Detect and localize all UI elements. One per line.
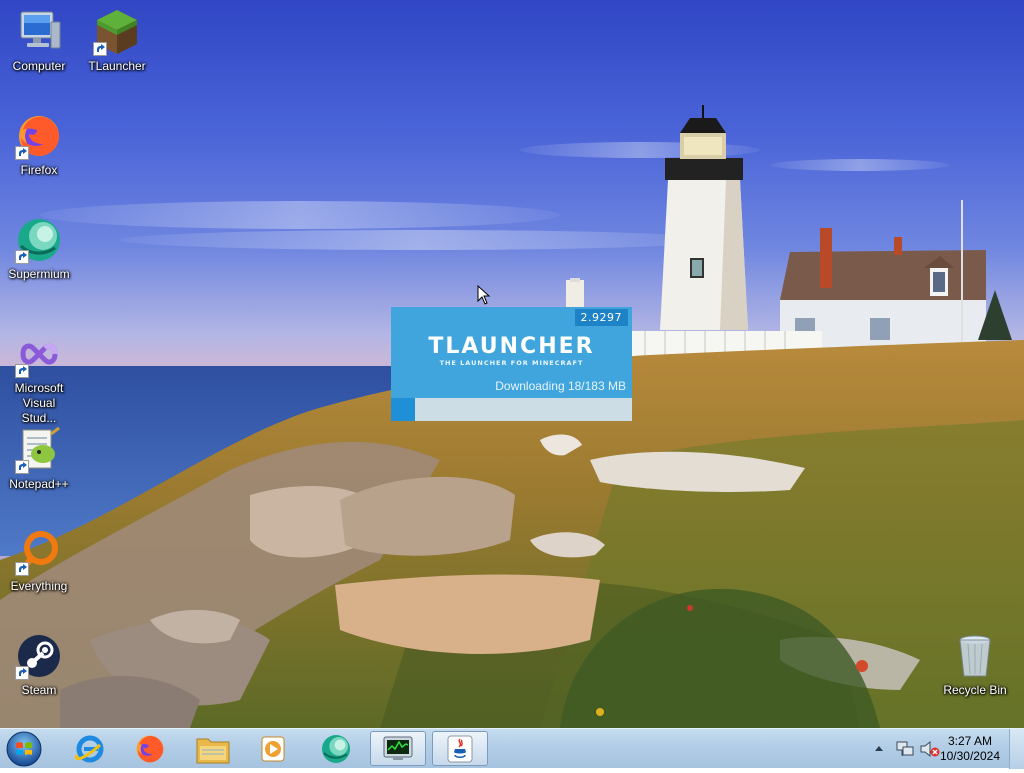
task-manager-icon [383, 736, 413, 760]
shortcut-arrow-icon [93, 42, 107, 56]
volume-muted-icon[interactable] [920, 740, 940, 758]
mouse-cursor-icon [477, 285, 491, 305]
desktop-icon-label: Notepad++ [9, 477, 69, 491]
taskbar-media-player[interactable] [245, 731, 301, 766]
internet-explorer-icon [74, 735, 104, 762]
desktop-icon-label: Microsoft Visual Stud... [14, 381, 64, 425]
desktop-icon-label: Everything [10, 579, 68, 593]
media-player-icon [261, 736, 285, 761]
recycle-bin-icon [959, 635, 991, 677]
taskbar-java[interactable] [432, 731, 488, 766]
desktop-icon-label: Firefox [20, 163, 58, 177]
taskbar-file-explorer[interactable] [185, 731, 241, 766]
clock[interactable]: 3:27 AM 10/30/2024 [940, 734, 1000, 764]
show-desktop-button[interactable] [1009, 729, 1024, 769]
desktop-icon-label: Computer [12, 59, 66, 73]
desktop-icon-computer[interactable]: Computer [0, 8, 79, 74]
desktop-icon-tlauncher[interactable]: TLauncher [77, 8, 157, 74]
shortcut-arrow-icon [15, 460, 29, 474]
firefox-icon [136, 735, 164, 762]
clock-time: 3:27 AM [947, 734, 992, 748]
computer-icon [20, 11, 61, 49]
taskbar-firefox[interactable] [122, 731, 178, 766]
system-tray: 3:27 AM 10/30/2024 [864, 729, 1024, 769]
taskbar-internet-explorer[interactable] [62, 731, 118, 766]
start-button[interactable] [4, 730, 48, 768]
desktop: Computer TLauncher Firefox Supermium Mic… [0, 0, 1024, 728]
download-progress-fill [391, 398, 416, 421]
clock-date: 10/30/2024 [939, 749, 1000, 763]
desktop-icon-label: TLauncher [88, 59, 146, 73]
show-hidden-icons-icon[interactable] [874, 744, 884, 752]
shortcut-arrow-icon [15, 666, 29, 680]
taskbar-task-manager[interactable] [370, 731, 426, 766]
download-status: Downloading 18/183 MB [495, 379, 626, 393]
supermium-icon [322, 734, 350, 763]
desktop-icon-recycle-bin[interactable]: Recycle Bin [935, 632, 1015, 698]
desktop-icon-supermium[interactable]: Supermium [0, 216, 79, 282]
desktop-icon-label: Recycle Bin [943, 683, 1007, 697]
file-explorer-icon [196, 738, 230, 763]
tlauncher-splash-window[interactable]: 2.9297 TLAUNCHER THE LAUNCHER FOR MINECR… [391, 307, 632, 421]
desktop-icon-steam[interactable]: Steam [0, 632, 79, 698]
java-icon [447, 735, 473, 762]
desktop-icon-visual-studio[interactable]: Microsoft Visual Stud... [0, 330, 79, 426]
version-badge: 2.9297 [574, 309, 628, 326]
download-progress-bar [391, 398, 632, 421]
windows-orb-icon [6, 731, 42, 767]
shortcut-arrow-icon [15, 250, 29, 264]
desktop-icon-firefox[interactable]: Firefox [0, 112, 79, 178]
shortcut-arrow-icon [15, 146, 29, 160]
shortcut-arrow-icon [15, 364, 29, 378]
desktop-icon-everything[interactable]: Everything [0, 528, 79, 594]
desktop-icon-label: Steam [21, 683, 57, 697]
splash-title: TLAUNCHER [428, 334, 595, 359]
taskbar-supermium[interactable] [308, 731, 364, 766]
desktop-icon-notepadpp[interactable]: Notepad++ [0, 426, 79, 492]
splash-subtitle: THE LAUNCHER FOR MINECRAFT [439, 359, 584, 367]
desktop-icon-label: Supermium [8, 267, 70, 281]
taskbar: 3:27 AM 10/30/2024 [0, 728, 1024, 769]
network-icon[interactable] [896, 740, 914, 758]
shortcut-arrow-icon [15, 562, 29, 576]
